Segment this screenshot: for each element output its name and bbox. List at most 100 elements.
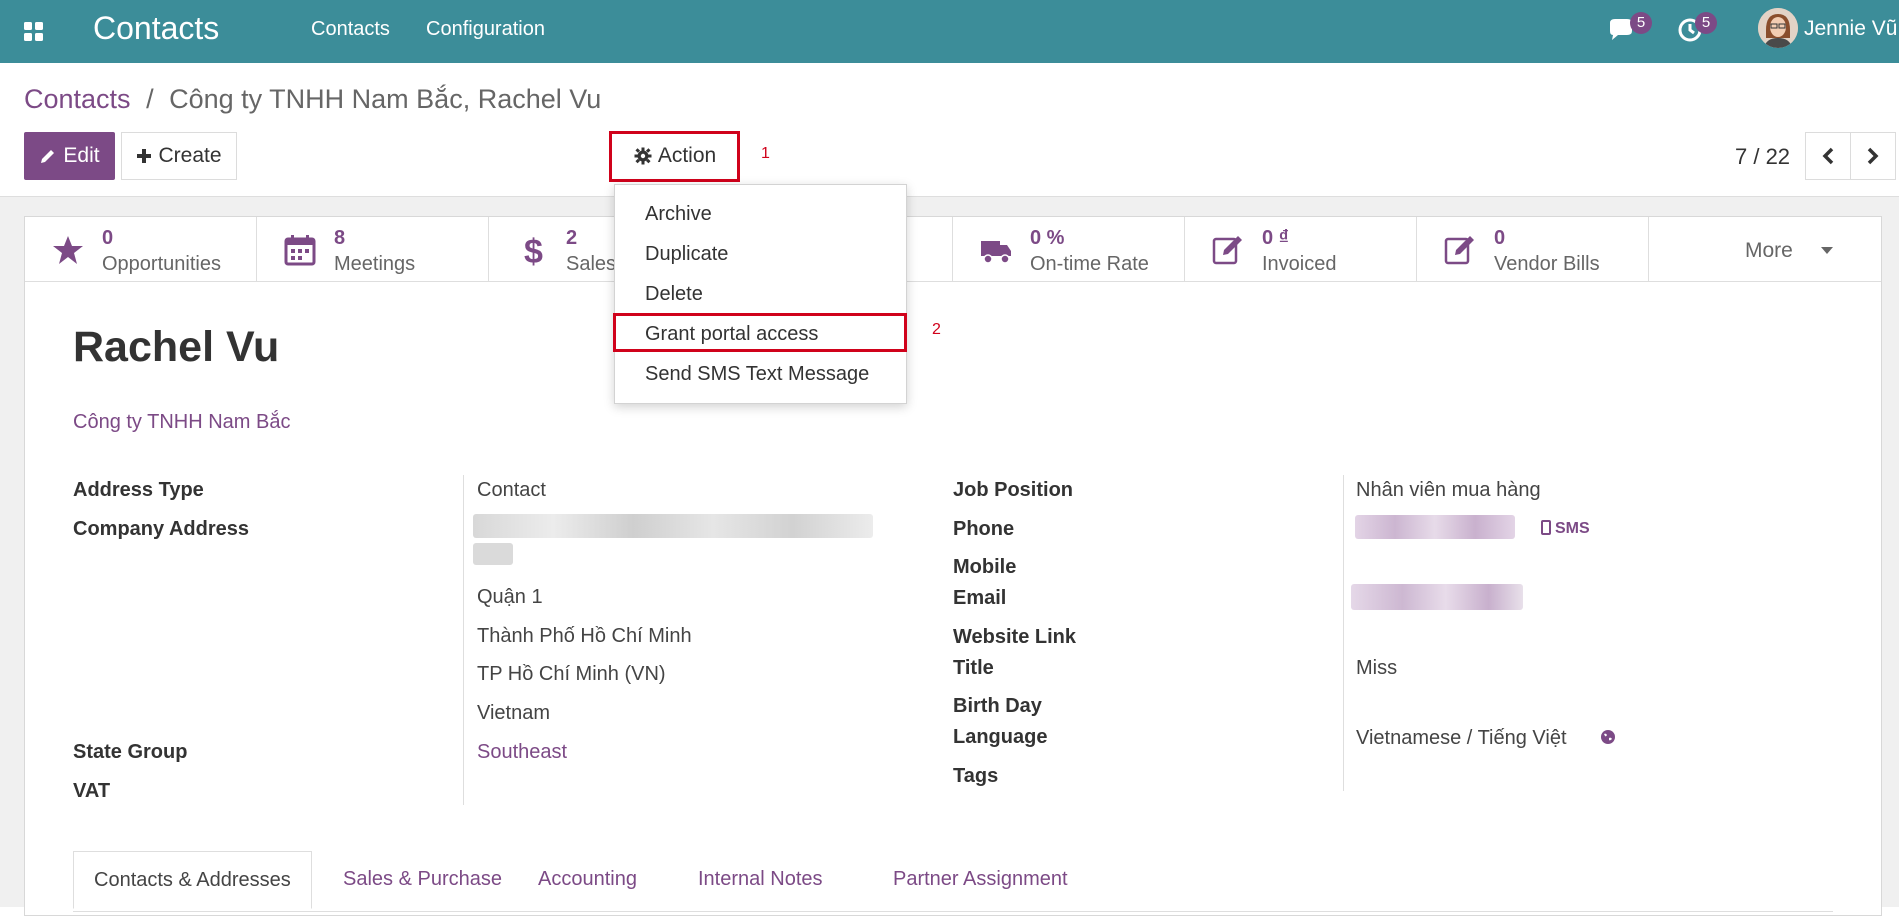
stat-label: Vendor Bills xyxy=(1494,253,1600,275)
notebook-tabs: Contacts & Addresses Sales & Purchase Ac… xyxy=(73,851,1833,912)
more-label: More xyxy=(1745,239,1793,262)
tab-sales-purchase[interactable]: Sales & Purchase xyxy=(343,851,502,907)
state-group-value[interactable]: Southeast xyxy=(477,741,567,764)
breadcrumb-current: Công ty TNHH Nam Bắc, Rachel Vu xyxy=(169,84,602,114)
annotation-number-1: 1 xyxy=(761,145,770,162)
app-title: Contacts xyxy=(93,10,220,46)
dollar-icon: $ xyxy=(524,233,543,267)
birthday-label: Birth Day xyxy=(953,695,1042,717)
tags-label: Tags xyxy=(953,765,999,787)
stat-value: 0 ₫ xyxy=(1262,227,1289,249)
blurred-email xyxy=(1351,584,1523,610)
tab-contacts-addresses[interactable]: Contacts & Addresses xyxy=(73,851,312,909)
create-button[interactable]: Create xyxy=(121,132,237,180)
form-sheet: 0 Opportunities 8 Meetings $ 2 Sales 0 %… xyxy=(24,216,1882,916)
company-address-label: Company Address xyxy=(73,518,249,540)
pencil-icon xyxy=(41,150,55,163)
left-group-divider xyxy=(463,475,464,805)
smart-button-box: 0 Opportunities 8 Meetings $ 2 Sales 0 %… xyxy=(25,217,1881,282)
country-value[interactable]: Vietnam xyxy=(477,702,550,725)
annotation-number-2: 2 xyxy=(932,321,941,338)
globe-icon[interactable] xyxy=(1600,729,1616,745)
edit-button-label: Edit xyxy=(63,144,100,167)
state-group-label: State Group xyxy=(73,741,188,763)
apps-grid-icon[interactable] xyxy=(22,20,46,44)
pager-next-button[interactable] xyxy=(1850,132,1896,180)
job-position-value[interactable]: Nhân viên mua hàng xyxy=(1356,479,1541,502)
plus-icon xyxy=(137,149,152,163)
activities-badge: 5 xyxy=(1695,12,1717,34)
menu-item-archive[interactable]: Archive xyxy=(645,203,712,226)
opportunities-stat-button[interactable]: 0 Opportunities xyxy=(25,217,257,281)
vat-label: VAT xyxy=(73,780,111,802)
vendor-bills-stat-button[interactable]: 0 Vendor Bills xyxy=(1417,217,1649,281)
blurred-street-address xyxy=(473,514,873,538)
messages-badge: 5 xyxy=(1630,12,1652,34)
job-position-label: Job Position xyxy=(953,479,1073,501)
breadcrumb-parent[interactable]: Contacts xyxy=(24,84,131,114)
menu-item-duplicate[interactable]: Duplicate xyxy=(645,243,728,266)
user-avatar[interactable] xyxy=(1758,8,1798,48)
stat-label: Sales xyxy=(566,253,617,275)
breadcrumb-separator: / xyxy=(146,84,154,114)
address-type-label: Address Type xyxy=(73,479,204,501)
sms-link[interactable]: SMS xyxy=(1555,520,1590,538)
create-button-label: Create xyxy=(158,144,222,167)
parent-company-link[interactable]: Công ty TNHH Nam Bắc xyxy=(73,411,290,434)
truck-icon xyxy=(981,241,1011,264)
title-value[interactable]: Miss xyxy=(1356,657,1397,680)
menu-item-delete[interactable]: Delete xyxy=(645,283,703,306)
edit-icon xyxy=(1444,236,1474,265)
language-value[interactable]: Vietnamese / Tiếng Việt xyxy=(1356,727,1567,750)
tab-internal-notes[interactable]: Internal Notes xyxy=(698,851,823,907)
menu-item-send-sms[interactable]: Send SMS Text Message xyxy=(645,363,869,386)
stat-value: 0 xyxy=(1494,227,1506,249)
title-label: Title xyxy=(953,657,994,679)
tab-partner-assignment[interactable]: Partner Assignment xyxy=(893,851,1068,907)
calendar-icon xyxy=(284,235,316,266)
phone-label: Phone xyxy=(953,518,1015,540)
star-icon xyxy=(53,236,83,264)
menu-contacts[interactable]: Contacts xyxy=(311,18,390,41)
action-dropdown-menu: Archive Duplicate Delete Grant portal ac… xyxy=(614,184,907,404)
blurred-phone xyxy=(1355,515,1515,539)
invoiced-stat-button[interactable]: 0 ₫ Invoiced xyxy=(1185,217,1417,281)
user-name[interactable]: Jennie Vũ xyxy=(1804,17,1897,41)
top-navbar: Contacts Contacts Configuration 5 5 Jenn… xyxy=(0,0,1899,63)
tab-accounting[interactable]: Accounting xyxy=(538,851,637,907)
menu-configuration[interactable]: Configuration xyxy=(426,18,545,41)
pager-previous-button[interactable] xyxy=(1805,132,1851,180)
chevron-left-icon xyxy=(1822,147,1834,165)
pager-value[interactable]: 7 / 22 xyxy=(1735,144,1790,170)
right-group-divider xyxy=(1343,475,1344,791)
edit-icon xyxy=(1212,236,1242,265)
stat-value: 8 xyxy=(334,227,346,249)
annotation-box-2 xyxy=(613,313,907,352)
breadcrumb: Contacts / Công ty TNHH Nam Bắc, Rachel … xyxy=(24,84,601,115)
stat-label: Invoiced xyxy=(1262,253,1337,275)
mobile-label: Mobile xyxy=(953,556,1017,578)
stat-label: On-time Rate xyxy=(1030,253,1149,275)
mobile-phone-icon xyxy=(1541,520,1551,535)
blurred-street-address-2 xyxy=(473,543,513,565)
more-button[interactable]: More xyxy=(1649,217,1881,281)
partner-name: Rachel Vu xyxy=(73,323,280,371)
edit-button[interactable]: Edit xyxy=(24,132,115,180)
stat-label: Meetings xyxy=(334,253,416,275)
website-label: Website Link xyxy=(953,626,1076,648)
state-value[interactable]: TP Hồ Chí Minh (VN) xyxy=(477,663,666,686)
language-label: Language xyxy=(953,726,1048,748)
stat-label: Opportunities xyxy=(102,253,221,275)
meetings-stat-button[interactable]: 8 Meetings xyxy=(257,217,489,281)
email-label: Email xyxy=(953,587,1007,609)
annotation-box-1 xyxy=(609,131,740,182)
city-value[interactable]: Thành Phố Hồ Chí Minh xyxy=(477,625,692,648)
district-value[interactable]: Quận 1 xyxy=(477,586,543,609)
svg-text:$: $ xyxy=(524,233,543,267)
stat-value: 0 xyxy=(102,227,114,249)
stat-value: 0 % xyxy=(1030,227,1065,249)
stat-value: 2 xyxy=(566,227,578,249)
caret-down-icon xyxy=(1821,247,1833,254)
address-type-value[interactable]: Contact xyxy=(477,479,546,502)
on-time-rate-stat-button[interactable]: 0 % On-time Rate xyxy=(953,217,1185,281)
